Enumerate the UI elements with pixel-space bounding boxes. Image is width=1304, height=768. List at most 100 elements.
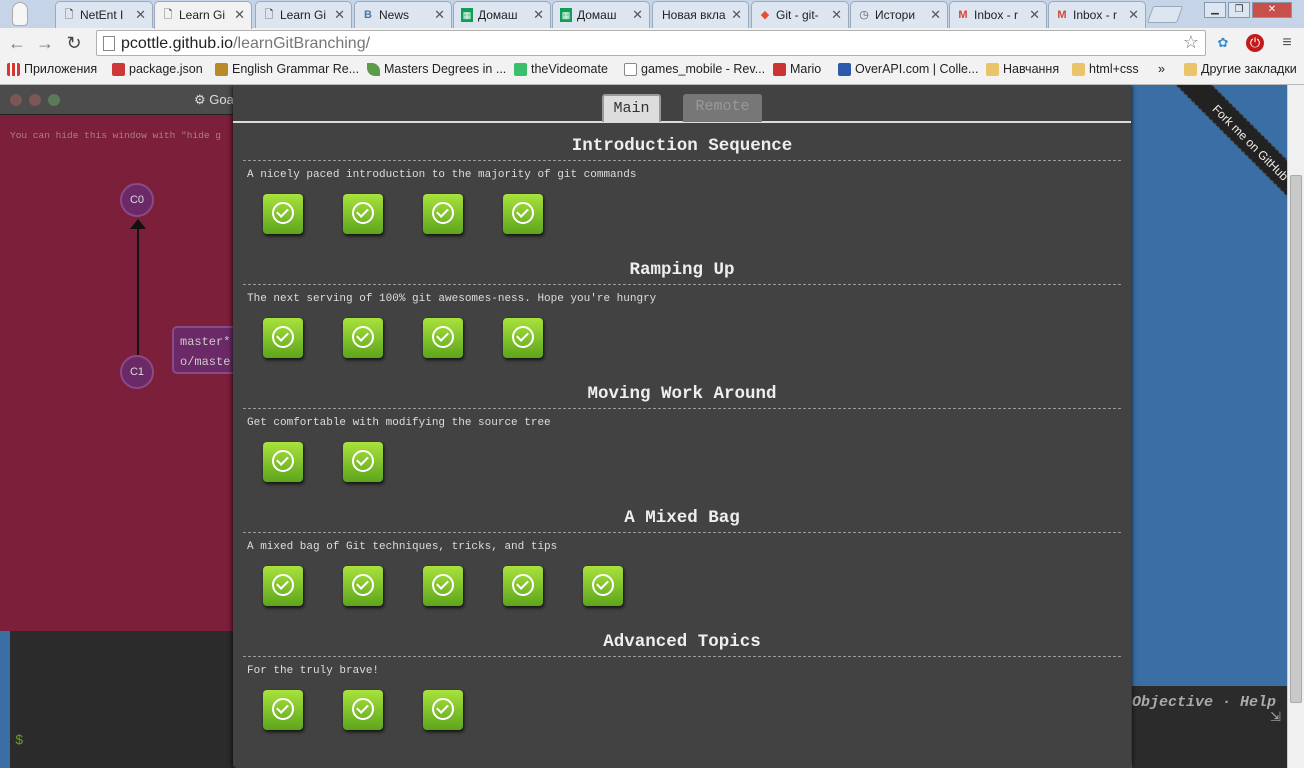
checkmark-icon (432, 326, 454, 348)
maximize-button[interactable]: ❐ (1228, 2, 1250, 18)
bookmark-folder[interactable]: Навчання (986, 62, 1059, 76)
browser-tab[interactable]: В News ✕ (354, 1, 452, 28)
scrollbar-thumb[interactable] (1290, 175, 1302, 703)
bookmark-item[interactable]: games_mobile - Rev... (624, 62, 765, 76)
close-icon[interactable]: ✕ (334, 7, 345, 23)
level-button[interactable] (503, 194, 543, 234)
checkmark-icon (432, 574, 454, 596)
browser-tab[interactable]: M Inbox - r ✕ (949, 1, 1047, 28)
tab-remote[interactable]: Remote (683, 94, 762, 122)
window-maximize-dot[interactable] (48, 94, 60, 106)
checkmark-icon (272, 698, 294, 720)
checkmark-icon (512, 202, 534, 224)
ribbon-text[interactable]: Fork me on GitHub (1174, 85, 1288, 203)
browser-tab[interactable]: Новая вкла ✕ (652, 1, 749, 28)
level-button[interactable] (423, 690, 463, 730)
bookmark-folder[interactable]: html+css (1072, 62, 1139, 76)
browser-tab[interactable]: 🗋 NetEnt I ✕ (55, 1, 153, 28)
bookmark-item[interactable]: package.json (112, 62, 203, 76)
back-arrow-icon[interactable]: ← (6, 32, 28, 54)
paw-extension-icon[interactable]: ✿ (1214, 34, 1232, 52)
minimize-button[interactable]: ▁ (1204, 2, 1226, 18)
page-icon: 🗋 (264, 9, 274, 21)
bookmark-item[interactable]: English Grammar Re... (215, 62, 359, 76)
forward-arrow-icon[interactable]: → (34, 32, 56, 54)
browser-tab[interactable]: ◷ Истори ✕ (850, 1, 948, 28)
leaf-icon (367, 63, 380, 76)
chrome-user-icon[interactable] (12, 2, 28, 26)
checkmark-icon (272, 574, 294, 596)
objective-help-links[interactable]: Objective · Help (1132, 694, 1276, 711)
reload-icon[interactable]: ↻ (63, 32, 85, 54)
level-button[interactable] (503, 566, 543, 606)
page-scrollbar[interactable] (1287, 85, 1304, 768)
terminal-prompt[interactable]: $ (15, 733, 23, 749)
checkmark-icon (352, 574, 374, 596)
bookmark-item[interactable]: Masters Degrees in ... (367, 62, 506, 76)
checkmark-icon (352, 202, 374, 224)
close-icon[interactable]: ✕ (135, 7, 146, 23)
level-button[interactable] (343, 566, 383, 606)
close-icon[interactable]: ✕ (1029, 7, 1040, 23)
overapi-icon (838, 63, 851, 76)
address-bar[interactable]: pcottle.github.io/learnGitBranching/ ☆ (96, 30, 1206, 56)
bookmarks-overflow-button[interactable]: » (1158, 62, 1165, 76)
exit-icon[interactable]: ⇲ (1270, 709, 1281, 725)
bookmark-item[interactable]: Mario (773, 62, 821, 76)
commit-edge (137, 220, 139, 358)
adblock-icon[interactable]: ⏻ (1246, 34, 1264, 52)
level-button[interactable] (343, 690, 383, 730)
folder-icon (1184, 63, 1197, 76)
close-icon[interactable]: ✕ (234, 7, 245, 23)
level-button[interactable] (503, 318, 543, 358)
sheets-icon: ▦ (461, 8, 473, 22)
tab-main[interactable]: Main (602, 94, 661, 122)
level-button[interactable] (343, 318, 383, 358)
level-button[interactable] (423, 566, 463, 606)
level-button[interactable] (423, 194, 463, 234)
level-button[interactable] (343, 442, 383, 482)
github-ribbon[interactable]: Fork me on GitHub (1164, 85, 1288, 203)
close-icon[interactable]: ✕ (831, 7, 842, 23)
level-button[interactable] (583, 566, 623, 606)
gmail-icon: M (1057, 9, 1067, 21)
new-tab-button[interactable] (1146, 6, 1184, 23)
close-icon[interactable]: ✕ (930, 7, 941, 23)
level-button[interactable] (343, 194, 383, 234)
close-icon[interactable]: ✕ (434, 7, 445, 23)
hide-window-hint: You can hide this window with "hide g (10, 130, 221, 141)
sequence-divider (243, 656, 1121, 657)
browser-tab[interactable]: ▦ Домаш ✕ (552, 1, 650, 28)
sequence-title: Moving Work Around (587, 384, 777, 404)
browser-tab[interactable]: ▦ Домаш ✕ (453, 1, 551, 28)
level-select-dialog: Main Remote Introduction Sequence A nicel… (233, 85, 1131, 768)
book-icon (215, 63, 228, 76)
browser-toolbar: ← → ↻ pcottle.github.io/learnGitBranchin… (0, 28, 1304, 58)
close-icon[interactable]: ✕ (533, 7, 544, 23)
close-icon[interactable]: ✕ (731, 7, 742, 23)
url-host: pcottle.github.io (121, 35, 234, 52)
level-button[interactable] (263, 318, 303, 358)
browser-tab-active[interactable]: 🗋 Learn Gi ✕ (154, 1, 252, 29)
bookmark-item[interactable]: theVideomate (514, 62, 608, 76)
browser-tab[interactable]: M Inbox - r ✕ (1048, 1, 1146, 28)
bookmark-star-icon[interactable]: ☆ (1183, 32, 1199, 53)
close-icon[interactable]: ✕ (1128, 7, 1139, 23)
level-button[interactable] (263, 566, 303, 606)
window-minimize-dot[interactable] (29, 94, 41, 106)
level-button[interactable] (263, 442, 303, 482)
menu-icon[interactable]: ≡ (1278, 34, 1296, 52)
bookmark-apps[interactable]: Приложения (7, 62, 97, 76)
level-button[interactable] (263, 194, 303, 234)
sequence-description: The next serving of 100% git awesomes-ne… (247, 293, 657, 305)
close-icon[interactable]: ✕ (632, 7, 643, 23)
browser-tab[interactable]: 🗋 Learn Gi ✕ (255, 1, 352, 28)
window-close-dot[interactable] (10, 94, 22, 106)
other-bookmarks[interactable]: Другие закладки (1184, 62, 1297, 76)
browser-tab[interactable]: ◆ Git - git- ✕ (751, 1, 849, 28)
level-button[interactable] (423, 318, 463, 358)
page-icon (624, 63, 637, 76)
level-button[interactable] (263, 690, 303, 730)
bookmark-item[interactable]: OverAPI.com | Colle... (838, 62, 978, 76)
window-close-button[interactable]: ✕ (1252, 2, 1292, 18)
